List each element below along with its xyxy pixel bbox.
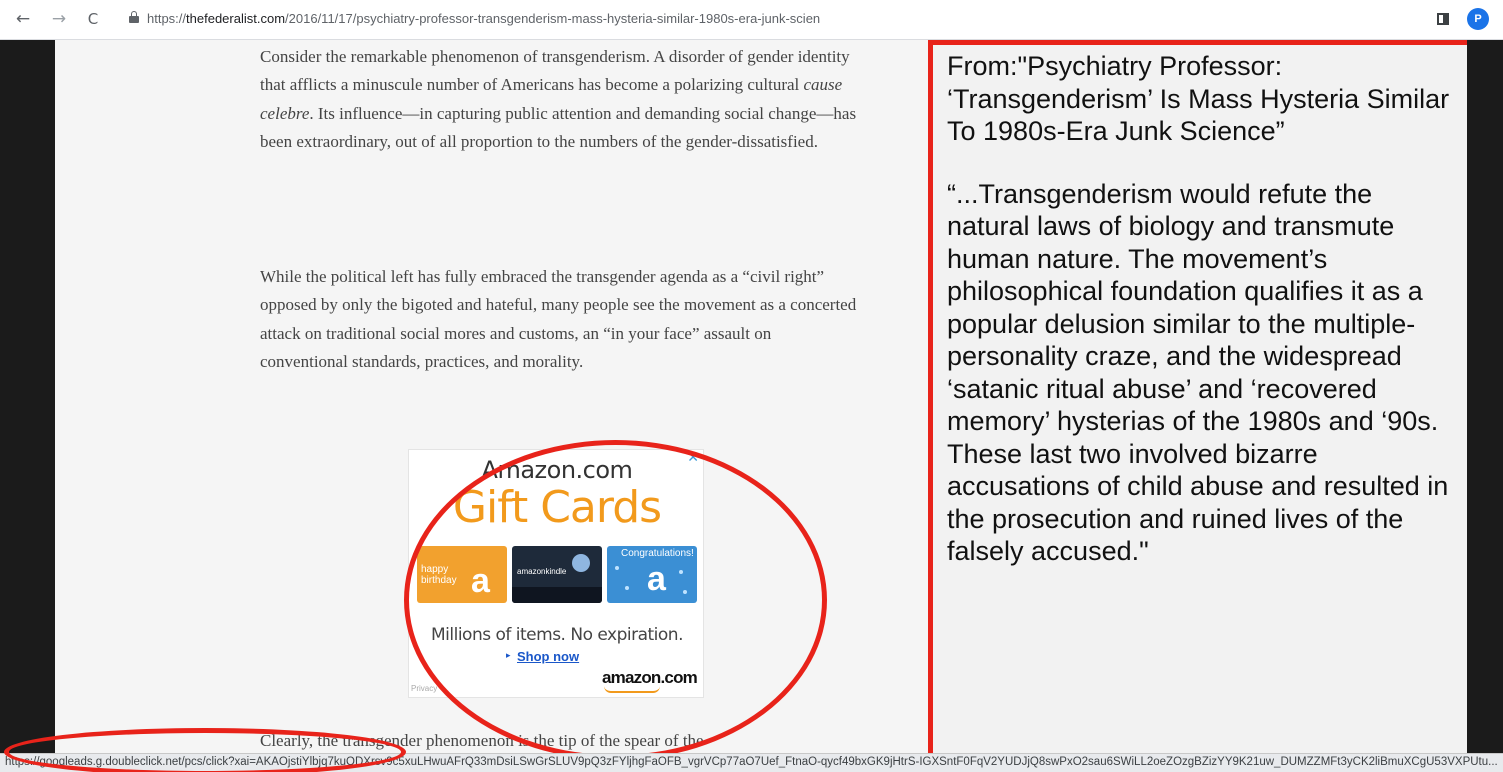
url-scheme: https:// [147,11,187,26]
ad-privacy-label[interactable]: Privacy [411,684,437,693]
quote-source: From:"Psychiatry Professor: ‘Transgender… [947,51,1450,146]
paragraph-text: . Its influence—in capturing public atte… [260,103,857,151]
url-path: /2016/11/17/psychiatry-professor-transge… [285,11,821,26]
arrow-left-icon[interactable]: ← [12,8,34,30]
paragraph-text: Consider the remarkable phenomenon of tr… [260,47,850,95]
arrow-right-icon[interactable]: → [48,8,70,30]
side-panel-icon[interactable] [1437,13,1449,25]
article-page: Consider the remarkable phenomenon of tr… [55,40,1467,753]
highlight-ellipse-status-url [4,728,406,772]
lock-icon[interactable] [129,11,139,23]
article-paragraph: Consider the remarkable phenomenon of tr… [260,43,860,156]
quote-text: “...Transgenderism would refute the natu… [947,178,1449,567]
profile-avatar[interactable]: P [1467,8,1489,30]
page-gutter-right [1467,40,1503,753]
browser-toolbar: ← → C https://thefederalist.com/2016/11/… [0,0,1503,40]
highlight-ellipse-ad [404,440,827,753]
quote-callout: From:"Psychiatry Professor: ‘Transgender… [928,40,1467,753]
article-paragraph: While the political left has fully embra… [260,267,857,371]
page-gutter-left [0,40,55,753]
address-bar[interactable]: https://thefederalist.com/2016/11/17/psy… [147,11,875,26]
url-host: thefederalist.com [186,11,286,26]
reload-icon[interactable]: C [82,8,104,30]
